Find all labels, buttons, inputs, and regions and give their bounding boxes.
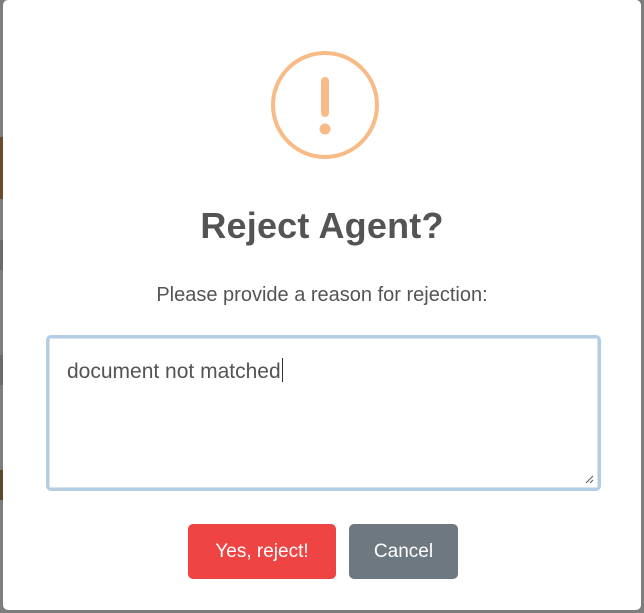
text-caret <box>281 358 283 382</box>
reject-agent-dialog: Reject Agent? Please provide a reason fo… <box>3 0 641 610</box>
cancel-button[interactable]: Cancel <box>349 524 458 579</box>
confirm-reject-button[interactable]: Yes, reject! <box>188 524 336 579</box>
dialog-title: Reject Agent? <box>200 205 444 246</box>
warning-exclamation-icon <box>271 51 379 159</box>
resize-handle-icon[interactable] <box>584 474 594 484</box>
rejection-reason-value: document not matched <box>67 360 281 383</box>
rejection-reason-textarea[interactable]: document not matched <box>46 335 601 491</box>
dialog-message: Please provide a reason for rejection: <box>156 284 488 306</box>
